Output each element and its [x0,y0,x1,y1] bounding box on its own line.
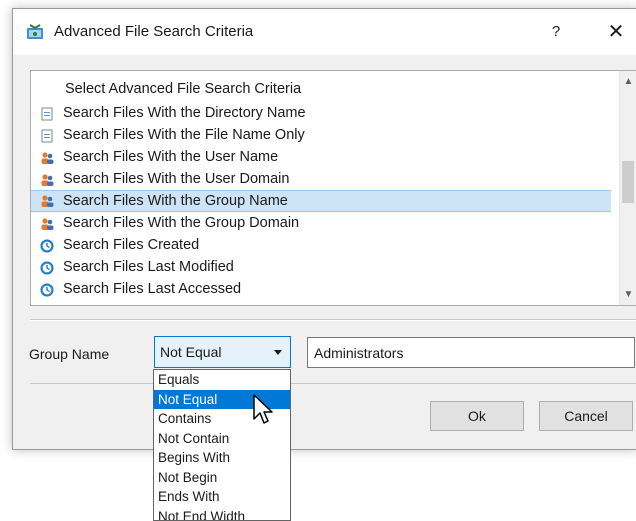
list-item-label: Search Files With the File Name Only [63,127,305,143]
criteria-value-input[interactable] [307,337,635,368]
scroll-up-icon[interactable]: ▲ [620,73,636,90]
document-icon [40,106,54,121]
users-icon [40,172,54,186]
dropdown-option[interactable]: Begins With [154,448,290,468]
chevron-down-icon [274,350,282,355]
list-item[interactable]: Search Files Last Modified [31,256,611,278]
list-item-label: Search Files With the Group Domain [63,215,300,231]
field-label: Group Name [29,346,110,362]
users-icon [40,216,54,230]
list-item[interactable]: Search Files With the Group Name [31,190,611,212]
dropdown-option[interactable]: Not End Width [154,507,290,521]
list-item[interactable]: Search Files With the User Domain [31,168,611,190]
ok-button[interactable]: Ok [430,401,524,431]
dropdown-option[interactable]: Ends With [154,487,290,507]
clock-icon [40,238,54,253]
help-button[interactable]: ? [541,17,571,47]
document-icon [40,128,54,143]
divider [30,319,636,321]
list-item[interactable]: Search Files Last Accessed [31,278,611,300]
clock-icon [40,260,54,275]
list-scrollbar[interactable]: ▲ ▼ [619,71,636,305]
list-item[interactable]: Search Files With the Directory Name [31,102,611,124]
dropdown-option[interactable]: Equals [154,370,290,390]
criteria-list[interactable]: Select Advanced File Search Criteria Sea… [30,70,636,306]
list-item-label: Search Files Created [63,237,200,253]
title-bar: Advanced File Search Criteria ? ✕ [13,9,636,55]
operator-dropdown-list: Equals Not Equal Contains Not Contain Begins… [153,369,291,521]
operator-combobox[interactable]: Not Equal [154,336,291,368]
clock-icon [40,282,54,297]
advanced-search-dialog: Advanced File Search Criteria ? ✕ Select… [12,8,636,450]
list-item[interactable]: Search Files Created [31,234,611,256]
list-header: Select Advanced File Search Criteria [65,81,302,97]
list-item[interactable]: Search Files With the User Name [31,146,611,168]
list-item[interactable]: Search Files With the Group Domain [31,212,611,234]
scroll-thumb[interactable] [622,161,634,203]
operator-value: Not Equal [160,344,222,360]
list-item-label: Search Files Last Modified [63,259,234,275]
mouse-cursor-icon [253,394,273,424]
list-item-label: Search Files With the User Name [63,149,279,165]
app-icon [27,24,43,39]
list-item-label: Search Files Last Accessed [63,281,242,297]
users-icon [40,150,54,164]
list-item-label: Search Files With the Directory Name [63,105,306,121]
list-items: Search Files With the Directory Name Sear… [31,102,611,300]
dialog-title: Advanced File Search Criteria [54,23,254,40]
users-icon [40,194,54,208]
list-item[interactable]: Search Files With the File Name Only [31,124,611,146]
divider [30,383,636,384]
cancel-button[interactable]: Cancel [539,401,633,431]
dropdown-option[interactable]: Not Begin [154,468,290,488]
list-item-label: Search Files With the User Domain [63,171,290,187]
list-item-label: Search Files With the Group Name [63,193,288,209]
dropdown-option[interactable]: Not Contain [154,429,290,449]
scroll-down-icon[interactable]: ▼ [620,286,636,303]
close-button[interactable]: ✕ [601,17,631,47]
